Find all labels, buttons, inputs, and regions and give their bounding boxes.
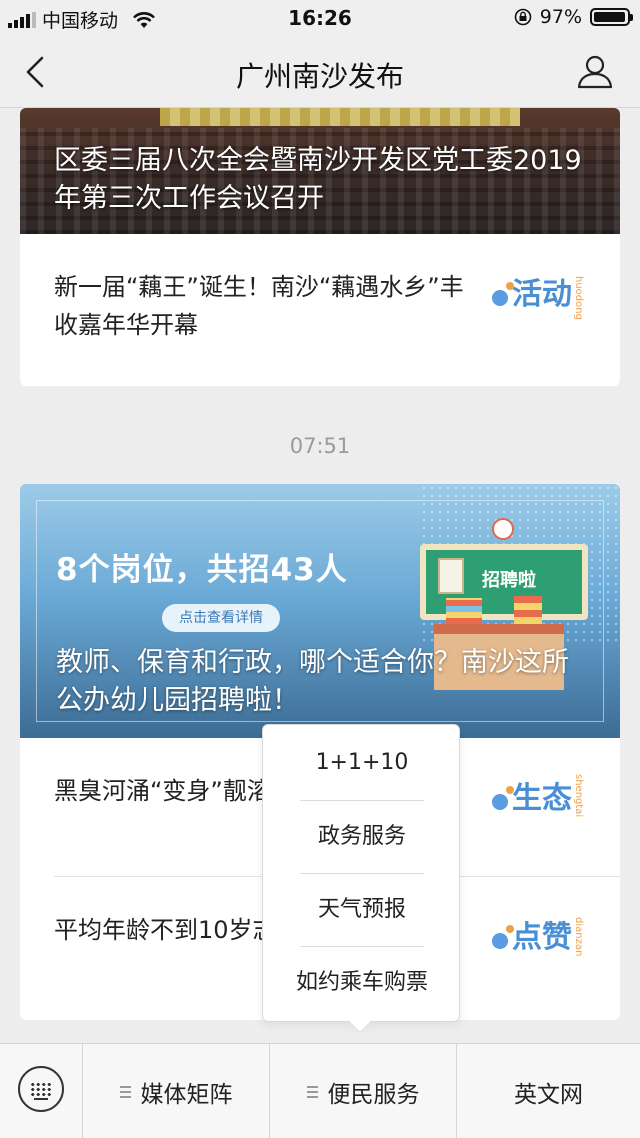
profile-icon[interactable] (576, 52, 614, 90)
books-icon (514, 596, 542, 624)
article-card-group: 区委三届八次全会暨南沙开发区党工委2019年第三次工作会议召开 新一届“藕王”诞… (20, 108, 620, 386)
paper-icon (438, 558, 464, 594)
nav-bar: 广州南沙发布 (0, 36, 640, 108)
article-hero[interactable]: 区委三届八次全会暨南沙开发区党工委2019年第三次工作会议召开 (20, 108, 620, 234)
submenu-icon (119, 1085, 131, 1098)
battery-percent: 97% (539, 6, 582, 28)
article-hero[interactable]: 8个岗位，共招43人 点击查看详情 招聘啦 教师、保育和行政，哪个适合你？南沙这… (20, 484, 620, 738)
activity-badge-icon: 活动 huodong (492, 276, 584, 320)
hero-headline: 区委三届八次全会暨南沙开发区党工委2019年第三次工作会议召开 (54, 145, 582, 214)
tab-english-site[interactable]: 英文网 (457, 1044, 640, 1138)
status-right: 97% (514, 6, 633, 28)
battery-icon (590, 8, 633, 26)
menu-item-1plus1plus10[interactable]: 1+1+10 (263, 727, 461, 799)
badge-pinyin: shengtai (573, 774, 584, 817)
badge-char-1: 点赞 (512, 920, 572, 955)
board-label: 招聘啦 (482, 570, 536, 591)
badge-char-1: 活动 (512, 277, 572, 312)
badge-pinyin: dianzan (573, 917, 584, 956)
submenu-icon (306, 1085, 318, 1098)
menu-item-weather[interactable]: 天气预报 (263, 874, 461, 946)
message-timestamp: 07:51 (289, 434, 351, 458)
tab-convenience-services[interactable]: 便民服务 (270, 1044, 456, 1138)
ecology-badge-icon: 生态 shengtai (492, 774, 584, 817)
clock-icon (492, 518, 514, 540)
badge-pinyin: huodong (573, 276, 584, 320)
article-title: 新一届“藕王”诞生！南沙“藕遇水乡”丰收嘉年华开幕 (54, 273, 464, 339)
service-popup-menu: 1+1+10 政务服务 天气预报 如约乘车购票 (262, 724, 460, 1022)
tab-media-matrix[interactable]: 媒体矩阵 (83, 1044, 269, 1138)
books-icon (446, 598, 482, 624)
tab-label: 媒体矩阵 (140, 1081, 233, 1108)
menu-item-government-services[interactable]: 政务服务 (263, 801, 461, 873)
rotation-lock-icon (514, 8, 532, 26)
like-badge-icon: 点赞 dianzan (492, 917, 584, 956)
tab-label: 便民服务 (327, 1081, 420, 1108)
page-title: 广州南沙发布 (235, 60, 404, 93)
battery-fill (594, 12, 626, 22)
hero-photo-stage (160, 108, 520, 126)
status-bar: 中国移动 16:26 97% (0, 0, 640, 36)
details-button[interactable]: 点击查看详情 (162, 604, 280, 632)
hero-headline: 教师、保育和行政，哪个适合你？南沙这所公办幼儿园招聘啦！ (56, 647, 569, 716)
bottom-menu-bar: 媒体矩阵 便民服务 英文网 (0, 1043, 640, 1138)
banner-title: 8个岗位，共招43人 (56, 552, 348, 588)
keyboard-icon[interactable] (18, 1066, 64, 1112)
menu-item-ticketing[interactable]: 如约乘车购票 (263, 947, 461, 1019)
list-item[interactable]: 新一届“藕王”诞生！南沙“藕遇水乡”丰收嘉年华开幕 活动 huodong (20, 234, 620, 374)
badge-char-1: 生态 (512, 781, 572, 816)
tab-label: 英文网 (514, 1081, 583, 1108)
